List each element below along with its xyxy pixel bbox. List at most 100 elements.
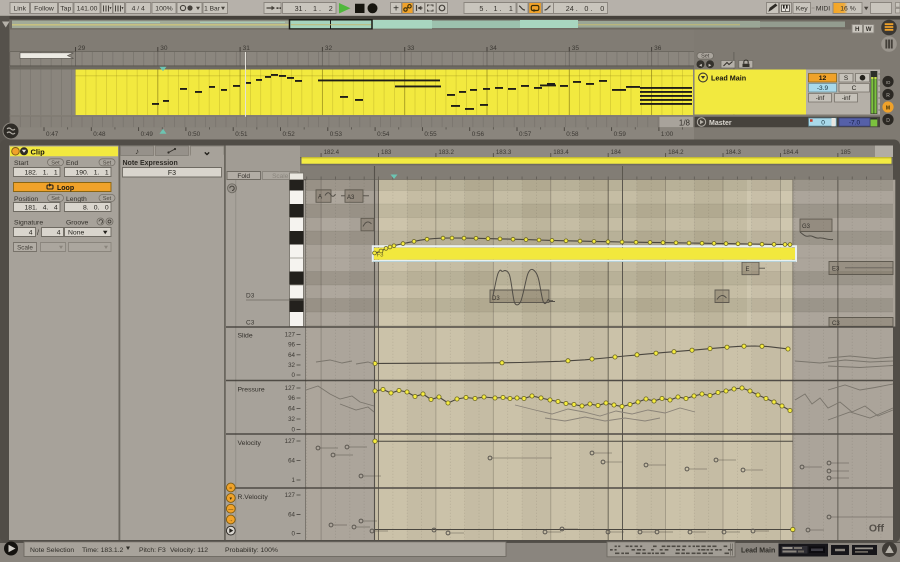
svg-text:0:58: 0:58 xyxy=(566,131,579,138)
svg-text:127: 127 xyxy=(285,438,296,445)
svg-text:1.: 1. xyxy=(94,169,100,176)
svg-text:C3: C3 xyxy=(246,319,255,326)
svg-text:4 / 4: 4 / 4 xyxy=(132,6,145,13)
svg-text:1/8: 1/8 xyxy=(679,118,691,127)
svg-text:0: 0 xyxy=(105,204,109,211)
svg-text:0:51: 0:51 xyxy=(235,131,248,138)
svg-text:Set: Set xyxy=(103,160,112,166)
svg-text:64: 64 xyxy=(288,458,295,465)
svg-text:0.: 0. xyxy=(94,204,100,211)
svg-text:24 .: 24 . xyxy=(566,4,578,13)
svg-text:127: 127 xyxy=(285,385,296,392)
svg-text:1 .: 1 . xyxy=(313,4,321,13)
svg-text:5 .: 5 . xyxy=(479,4,487,13)
svg-text:Start: Start xyxy=(14,160,28,167)
svg-text:/: / xyxy=(37,230,39,237)
svg-text:1:00: 1:00 xyxy=(661,131,674,138)
svg-text:S: S xyxy=(844,75,849,82)
svg-text:0: 0 xyxy=(821,120,825,127)
svg-text:64: 64 xyxy=(288,406,295,413)
svg-text:D3: D3 xyxy=(492,296,500,302)
svg-text:D3: D3 xyxy=(246,292,255,299)
svg-text:184.2: 184.2 xyxy=(668,149,684,156)
svg-text:0:57: 0:57 xyxy=(519,131,532,138)
svg-text:1: 1 xyxy=(509,4,513,13)
svg-text:Key: Key xyxy=(796,6,808,13)
svg-text:64: 64 xyxy=(288,352,295,359)
svg-text:2: 2 xyxy=(329,4,333,13)
svg-text:G3: G3 xyxy=(802,224,811,230)
svg-text:Scale: Scale xyxy=(272,173,289,180)
svg-text:Loop: Loop xyxy=(57,185,74,192)
svg-text:Note Expression: Note Expression xyxy=(123,160,178,167)
svg-text:0: 0 xyxy=(292,372,296,379)
svg-text:Clip: Clip xyxy=(31,147,46,156)
svg-text:184: 184 xyxy=(611,149,622,156)
svg-text:35: 35 xyxy=(572,45,580,52)
svg-text:Fold: Fold xyxy=(237,173,250,180)
svg-text:185: 185 xyxy=(840,149,851,156)
svg-text:29: 29 xyxy=(78,45,86,52)
svg-text:1.: 1. xyxy=(43,169,49,176)
svg-text:190.: 190. xyxy=(75,169,88,176)
svg-text:0:59: 0:59 xyxy=(614,131,627,138)
svg-text:141.00: 141.00 xyxy=(77,6,98,13)
svg-text:Set: Set xyxy=(51,196,60,202)
svg-text:Lead Main: Lead Main xyxy=(741,547,775,554)
svg-text:—: — xyxy=(228,507,233,513)
svg-text:Tap: Tap xyxy=(60,6,71,13)
svg-text:→: → xyxy=(228,517,233,523)
svg-text:H: H xyxy=(855,26,860,33)
svg-text:C: C xyxy=(852,85,857,92)
svg-text:4: 4 xyxy=(29,229,33,236)
svg-text:Velocity: 112: Velocity: 112 xyxy=(170,547,208,554)
svg-text:E: E xyxy=(746,267,750,273)
svg-text:36: 36 xyxy=(654,45,662,52)
svg-text:1 Bar: 1 Bar xyxy=(204,6,221,13)
svg-text:-inf: -inf xyxy=(816,95,825,102)
svg-text:0: 0 xyxy=(292,427,296,434)
svg-text:Time: 183.1.2: Time: 183.1.2 xyxy=(82,547,124,554)
svg-text:⌄: ⌄ xyxy=(202,146,211,158)
svg-text:►: ► xyxy=(708,63,712,68)
svg-text:Velocity: Velocity xyxy=(237,440,261,447)
svg-text:Link: Link xyxy=(14,6,27,13)
svg-text:MIDI: MIDI xyxy=(816,6,830,13)
svg-text:34: 34 xyxy=(490,45,498,52)
svg-text:33: 33 xyxy=(407,45,415,52)
svg-text:E3: E3 xyxy=(832,267,840,273)
svg-text:≈: ≈ xyxy=(229,485,232,491)
svg-text:183: 183 xyxy=(381,149,392,156)
svg-text:Master: Master xyxy=(709,120,732,127)
svg-text:31 .: 31 . xyxy=(295,4,307,13)
svg-text:Set: Set xyxy=(51,160,60,166)
svg-text:181.: 181. xyxy=(24,204,37,211)
svg-text:183.3: 183.3 xyxy=(496,149,512,156)
svg-text:4.: 4. xyxy=(43,204,49,211)
svg-text:W: W xyxy=(866,26,872,33)
svg-text:♪: ♪ xyxy=(135,147,139,156)
svg-text:8.: 8. xyxy=(83,204,89,211)
svg-text:Pressure: Pressure xyxy=(237,386,264,393)
svg-text:4: 4 xyxy=(57,229,61,236)
svg-text:183.4: 183.4 xyxy=(553,149,569,156)
svg-text:M: M xyxy=(886,106,890,112)
svg-text:1: 1 xyxy=(105,169,109,176)
svg-text:0:52: 0:52 xyxy=(283,131,296,138)
svg-text:4: 4 xyxy=(54,204,58,211)
svg-text:Off: Off xyxy=(869,523,885,535)
svg-text:Pitch: F3: Pitch: F3 xyxy=(139,547,166,554)
svg-text:184.4: 184.4 xyxy=(783,149,799,156)
svg-text:◄: ◄ xyxy=(698,63,702,68)
svg-text:Scale: Scale xyxy=(17,244,33,251)
svg-text:184.3: 184.3 xyxy=(726,149,742,156)
svg-text:182.4: 182.4 xyxy=(324,149,340,156)
svg-text:0:48: 0:48 xyxy=(93,131,106,138)
svg-text:127: 127 xyxy=(285,492,296,499)
svg-text:0:50: 0:50 xyxy=(188,131,201,138)
svg-text:R: R xyxy=(886,93,890,99)
svg-text:0:55: 0:55 xyxy=(424,131,437,138)
svg-text:0:53: 0:53 xyxy=(330,131,343,138)
svg-text:Length: Length xyxy=(66,196,87,203)
svg-text:Lead Main: Lead Main xyxy=(711,73,746,82)
